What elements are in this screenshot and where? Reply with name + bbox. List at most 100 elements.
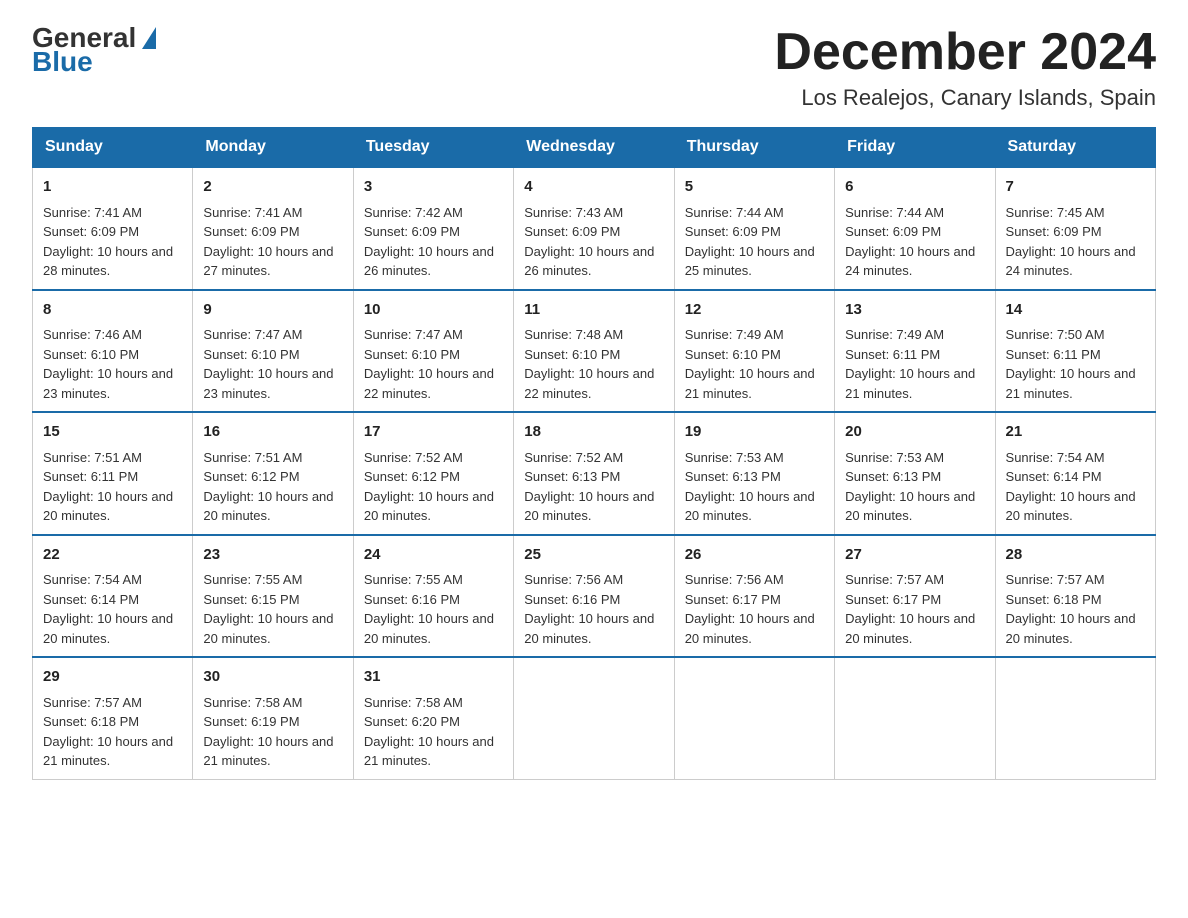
day-number: 22 (43, 544, 182, 567)
day-number: 7 (1006, 176, 1145, 199)
day-number: 19 (685, 421, 824, 444)
calendar-cell: 20 Sunrise: 7:53 AMSunset: 6:13 PMDayligh… (835, 412, 995, 535)
calendar-cell: 18 Sunrise: 7:52 AMSunset: 6:13 PMDayligh… (514, 412, 674, 535)
day-info: Sunrise: 7:41 AMSunset: 6:09 PMDaylight:… (203, 205, 333, 279)
day-of-week-header: Saturday (995, 128, 1155, 168)
day-info: Sunrise: 7:57 AMSunset: 6:18 PMDaylight:… (1006, 572, 1136, 646)
day-number: 29 (43, 666, 182, 689)
calendar-cell: 23 Sunrise: 7:55 AMSunset: 6:15 PMDayligh… (193, 535, 353, 658)
day-of-week-header: Thursday (674, 128, 834, 168)
day-info: Sunrise: 7:56 AMSunset: 6:17 PMDaylight:… (685, 572, 815, 646)
day-of-week-header: Wednesday (514, 128, 674, 168)
day-number: 26 (685, 544, 824, 567)
day-number: 24 (364, 544, 503, 567)
day-number: 23 (203, 544, 342, 567)
calendar-cell: 19 Sunrise: 7:53 AMSunset: 6:13 PMDayligh… (674, 412, 834, 535)
week-row: 29 Sunrise: 7:57 AMSunset: 6:18 PMDayligh… (33, 657, 1156, 779)
day-info: Sunrise: 7:50 AMSunset: 6:11 PMDaylight:… (1006, 327, 1136, 401)
week-row: 15 Sunrise: 7:51 AMSunset: 6:11 PMDayligh… (33, 412, 1156, 535)
day-info: Sunrise: 7:56 AMSunset: 6:16 PMDaylight:… (524, 572, 654, 646)
month-title: December 2024 (774, 24, 1156, 81)
calendar-cell: 1 Sunrise: 7:41 AMSunset: 6:09 PMDaylight… (33, 167, 193, 290)
day-number: 14 (1006, 299, 1145, 322)
calendar-cell: 17Sunrise: 7:52 AMSunset: 6:12 PMDayligh… (353, 412, 513, 535)
calendar-cell: 12Sunrise: 7:49 AMSunset: 6:10 PMDayligh… (674, 290, 834, 413)
week-row: 22 Sunrise: 7:54 AMSunset: 6:14 PMDayligh… (33, 535, 1156, 658)
calendar-cell: 11 Sunrise: 7:48 AMSunset: 6:10 PMDayligh… (514, 290, 674, 413)
day-number: 16 (203, 421, 342, 444)
calendar-cell: 5Sunrise: 7:44 AMSunset: 6:09 PMDaylight… (674, 167, 834, 290)
day-info: Sunrise: 7:51 AMSunset: 6:12 PMDaylight:… (203, 450, 333, 524)
day-number: 11 (524, 299, 663, 322)
day-info: Sunrise: 7:58 AMSunset: 6:19 PMDaylight:… (203, 695, 333, 769)
day-number: 13 (845, 299, 984, 322)
day-info: Sunrise: 7:58 AMSunset: 6:20 PMDaylight:… (364, 695, 494, 769)
calendar-cell: 26 Sunrise: 7:56 AMSunset: 6:17 PMDayligh… (674, 535, 834, 658)
logo-blue: Blue (32, 48, 93, 76)
day-number: 21 (1006, 421, 1145, 444)
day-of-week-header: Friday (835, 128, 995, 168)
day-number: 15 (43, 421, 182, 444)
calendar-cell: 7 Sunrise: 7:45 AMSunset: 6:09 PMDaylight… (995, 167, 1155, 290)
logo: General Blue (32, 24, 156, 76)
day-info: Sunrise: 7:52 AMSunset: 6:12 PMDaylight:… (364, 450, 494, 524)
day-of-week-header: Tuesday (353, 128, 513, 168)
calendar-cell: 29 Sunrise: 7:57 AMSunset: 6:18 PMDayligh… (33, 657, 193, 779)
day-number: 5 (685, 176, 824, 199)
day-info: Sunrise: 7:53 AMSunset: 6:13 PMDaylight:… (845, 450, 975, 524)
week-row: 1 Sunrise: 7:41 AMSunset: 6:09 PMDaylight… (33, 167, 1156, 290)
day-info: Sunrise: 7:49 AMSunset: 6:11 PMDaylight:… (845, 327, 975, 401)
day-number: 1 (43, 176, 182, 199)
day-info: Sunrise: 7:48 AMSunset: 6:10 PMDaylight:… (524, 327, 654, 401)
day-info: Sunrise: 7:51 AMSunset: 6:11 PMDaylight:… (43, 450, 173, 524)
calendar-cell (995, 657, 1155, 779)
calendar-cell: 10Sunrise: 7:47 AMSunset: 6:10 PMDayligh… (353, 290, 513, 413)
calendar-cell: 31 Sunrise: 7:58 AMSunset: 6:20 PMDayligh… (353, 657, 513, 779)
calendar-cell: 15 Sunrise: 7:51 AMSunset: 6:11 PMDayligh… (33, 412, 193, 535)
calendar-cell: 8Sunrise: 7:46 AMSunset: 6:10 PMDaylight… (33, 290, 193, 413)
calendar-cell: 30 Sunrise: 7:58 AMSunset: 6:19 PMDayligh… (193, 657, 353, 779)
calendar-cell: 25 Sunrise: 7:56 AMSunset: 6:16 PMDayligh… (514, 535, 674, 658)
day-number: 18 (524, 421, 663, 444)
page-header: General Blue December 2024 Los Realejos,… (32, 24, 1156, 111)
day-number: 4 (524, 176, 663, 199)
calendar-cell: 24Sunrise: 7:55 AMSunset: 6:16 PMDayligh… (353, 535, 513, 658)
day-number: 31 (364, 666, 503, 689)
calendar-cell: 3Sunrise: 7:42 AMSunset: 6:09 PMDaylight… (353, 167, 513, 290)
day-info: Sunrise: 7:41 AMSunset: 6:09 PMDaylight:… (43, 205, 173, 279)
day-info: Sunrise: 7:43 AMSunset: 6:09 PMDaylight:… (524, 205, 654, 279)
day-number: 20 (845, 421, 984, 444)
calendar-cell: 2 Sunrise: 7:41 AMSunset: 6:09 PMDaylight… (193, 167, 353, 290)
calendar-cell: 6Sunrise: 7:44 AMSunset: 6:09 PMDaylight… (835, 167, 995, 290)
day-number: 27 (845, 544, 984, 567)
calendar-cell: 4 Sunrise: 7:43 AMSunset: 6:09 PMDaylight… (514, 167, 674, 290)
day-info: Sunrise: 7:54 AMSunset: 6:14 PMDaylight:… (1006, 450, 1136, 524)
calendar-cell: 22 Sunrise: 7:54 AMSunset: 6:14 PMDayligh… (33, 535, 193, 658)
day-info: Sunrise: 7:45 AMSunset: 6:09 PMDaylight:… (1006, 205, 1136, 279)
calendar-cell: 27 Sunrise: 7:57 AMSunset: 6:17 PMDayligh… (835, 535, 995, 658)
day-number: 9 (203, 299, 342, 322)
logo-triangle-icon (142, 27, 156, 49)
day-info: Sunrise: 7:55 AMSunset: 6:15 PMDaylight:… (203, 572, 333, 646)
day-info: Sunrise: 7:57 AMSunset: 6:17 PMDaylight:… (845, 572, 975, 646)
calendar-cell (835, 657, 995, 779)
day-info: Sunrise: 7:53 AMSunset: 6:13 PMDaylight:… (685, 450, 815, 524)
calendar-cell: 28 Sunrise: 7:57 AMSunset: 6:18 PMDayligh… (995, 535, 1155, 658)
day-info: Sunrise: 7:46 AMSunset: 6:10 PMDaylight:… (43, 327, 173, 401)
day-info: Sunrise: 7:54 AMSunset: 6:14 PMDaylight:… (43, 572, 173, 646)
day-number: 10 (364, 299, 503, 322)
day-number: 28 (1006, 544, 1145, 567)
day-number: 2 (203, 176, 342, 199)
calendar-cell: 16 Sunrise: 7:51 AMSunset: 6:12 PMDayligh… (193, 412, 353, 535)
day-number: 25 (524, 544, 663, 567)
day-number: 3 (364, 176, 503, 199)
day-info: Sunrise: 7:57 AMSunset: 6:18 PMDaylight:… (43, 695, 173, 769)
day-info: Sunrise: 7:49 AMSunset: 6:10 PMDaylight:… (685, 327, 815, 401)
day-number: 30 (203, 666, 342, 689)
day-of-week-header: Monday (193, 128, 353, 168)
day-number: 6 (845, 176, 984, 199)
calendar-cell: 14 Sunrise: 7:50 AMSunset: 6:11 PMDayligh… (995, 290, 1155, 413)
week-row: 8Sunrise: 7:46 AMSunset: 6:10 PMDaylight… (33, 290, 1156, 413)
day-info: Sunrise: 7:52 AMSunset: 6:13 PMDaylight:… (524, 450, 654, 524)
location-subtitle: Los Realejos, Canary Islands, Spain (774, 85, 1156, 111)
